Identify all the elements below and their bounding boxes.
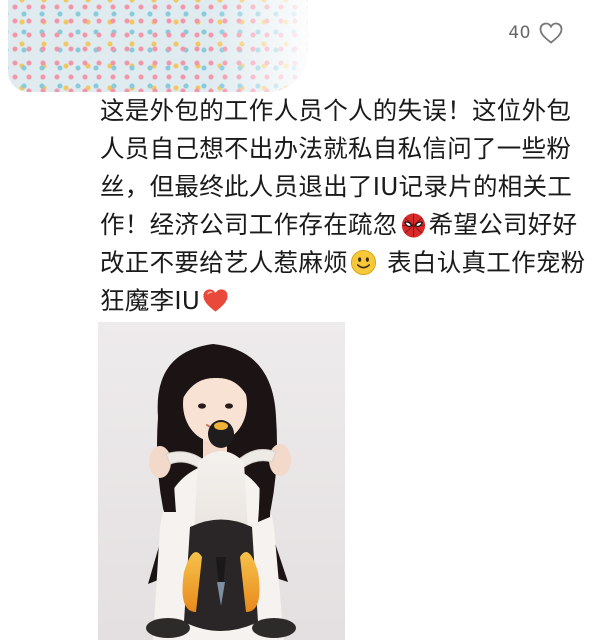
comment-text: 这是外包的工作人员个人的失误！这位外包人员自己想不出办法就私自私信问了一些粉丝，… [100, 92, 590, 320]
smile-emoji [350, 249, 377, 276]
photo-woman-with-penguin-plush [98, 322, 345, 640]
like-count: 40 [508, 23, 531, 43]
spider-mask-emoji [401, 213, 425, 238]
comment-photo[interactable] [98, 322, 345, 640]
like-button[interactable]: 40 [508, 22, 563, 44]
heart-emoji [203, 289, 228, 312]
heart-outline-icon [539, 22, 563, 44]
